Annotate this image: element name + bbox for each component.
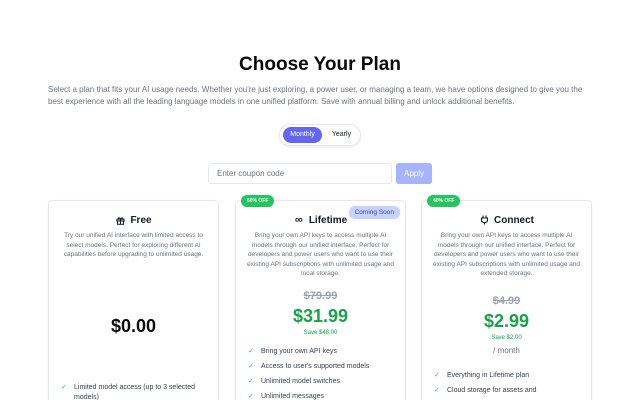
infinity-icon: ∞ xyxy=(294,214,303,226)
feature-item: ✓ Limited model access (up to 3 selected… xyxy=(61,383,210,400)
page-title: Choose Your Plan xyxy=(239,54,401,75)
plan-name: Connect xyxy=(494,214,534,226)
coupon-input[interactable] xyxy=(208,163,392,184)
feature-text: Cloud storage for assets and xyxy=(447,387,537,394)
feature-item: ✓ Everything in Lifetime plan xyxy=(434,371,583,381)
original-price: $79.99 xyxy=(303,290,338,302)
plug-icon xyxy=(479,215,489,225)
check-icon: ✓ xyxy=(248,378,254,385)
plan-card-lifetime: 60% OFF Coming Soon ∞ Lifetime Bring you… xyxy=(235,195,406,400)
feature-text: Unlimited model switches xyxy=(261,378,340,385)
billing-period: / month xyxy=(493,346,520,355)
feature-list: ✓ Limited model access (up to 3 selected… xyxy=(61,383,210,400)
feature-list: ✓ Bring your own API keys ✓ Access to us… xyxy=(248,347,397,400)
discount-badge: 40% OFF xyxy=(427,195,461,207)
check-icon: ✓ xyxy=(434,372,440,379)
feature-item: ✓ Unlimited messages xyxy=(248,392,397,400)
savings-text: Save $2.00 xyxy=(491,335,522,341)
check-icon: ✓ xyxy=(434,387,440,394)
check-icon: ✓ xyxy=(61,384,67,391)
check-icon: ✓ xyxy=(248,363,254,370)
plan-name: Lifetime xyxy=(308,214,348,226)
billing-monthly-option[interactable]: Monthly xyxy=(283,127,322,143)
feature-item: ✓ Unlimited model switches xyxy=(248,377,397,387)
feature-item: ✓ Bring your own API keys xyxy=(248,347,397,357)
plan-header: Free xyxy=(49,213,218,227)
feature-item: ✓ Cloud storage for assets and xyxy=(434,386,583,396)
gift-icon xyxy=(115,215,125,225)
billing-toggle: Monthly Yearly xyxy=(279,124,361,146)
plan-description: Bring your own API keys to access multip… xyxy=(246,232,395,278)
check-icon: ✓ xyxy=(248,393,254,400)
feature-text: Unlimited messages xyxy=(261,393,325,400)
plan-header: ∞ Lifetime xyxy=(236,213,405,227)
feature-text: Bring your own API keys xyxy=(261,348,337,355)
plan-price: $0.00 xyxy=(110,316,157,336)
original-price: $4.99 xyxy=(492,295,521,307)
feature-text: Everything in Lifetime plan xyxy=(447,372,530,379)
check-icon: ✓ xyxy=(248,348,254,355)
feature-text: Access to user's supported models xyxy=(261,363,370,370)
plan-header: Connect xyxy=(422,213,591,227)
feature-item: ✓ Access to user's supported models xyxy=(248,362,397,372)
discount-badge: 60% OFF xyxy=(241,195,275,207)
plan-card-connect: 40% OFF Connect Bring your own API keys … xyxy=(421,195,592,400)
plan-price: $31.99 xyxy=(292,306,349,326)
feature-text: Limited model access (up to 3 selected m… xyxy=(74,384,196,400)
plan-card-free: Free Try our unified AI interface with l… xyxy=(48,200,219,400)
plan-price: $2.99 xyxy=(483,311,530,331)
billing-yearly-option[interactable]: Yearly xyxy=(324,127,359,143)
plan-description: Bring your own API keys to access multip… xyxy=(432,232,581,278)
plan-description: Try our unified AI interface with limite… xyxy=(63,232,204,259)
savings-text: Save $48.00 xyxy=(303,330,338,336)
feature-list: ✓ Everything in Lifetime plan ✓ Cloud st… xyxy=(434,371,583,400)
page-description: Select a plan that fits your AI usage ne… xyxy=(48,85,583,106)
plan-name: Free xyxy=(130,214,152,226)
apply-coupon-button[interactable]: Apply xyxy=(396,163,432,184)
